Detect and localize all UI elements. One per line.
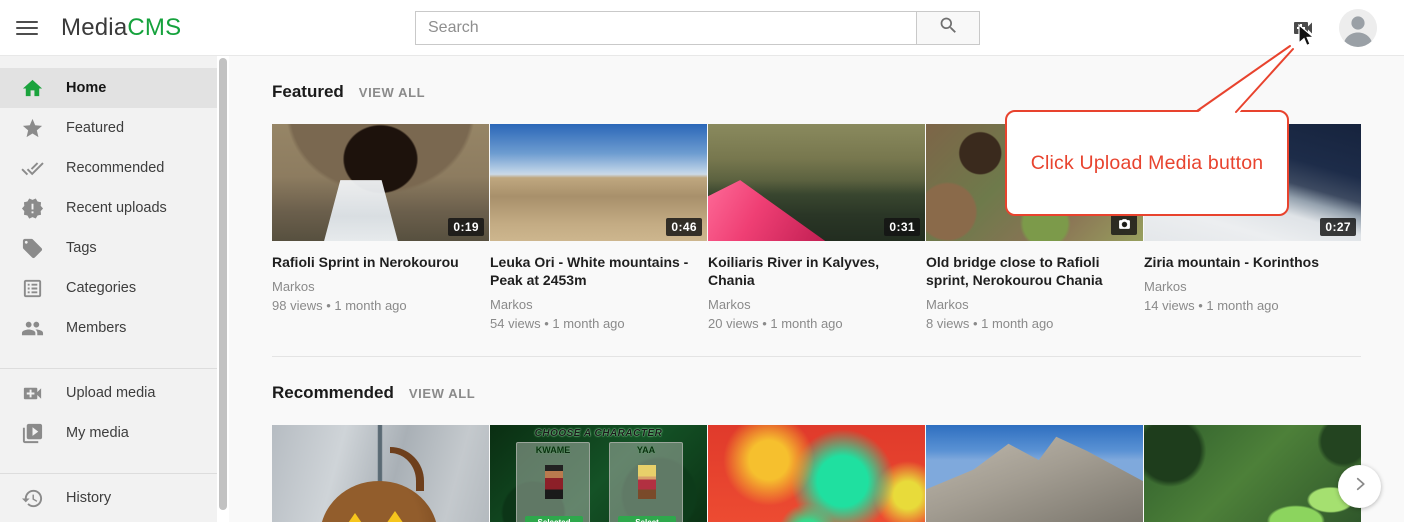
duration-badge: 0:31 (884, 218, 920, 236)
video-call-icon (20, 381, 44, 405)
logo-media-text: Media (61, 14, 127, 41)
list-box-icon (20, 276, 44, 300)
video-thumbnail-mountains[interactable]: 0:46 (490, 124, 707, 241)
double-check-icon (20, 156, 44, 180)
video-card (1144, 425, 1361, 522)
featured-section-header: Featured VIEW ALL (272, 82, 1404, 102)
duration-badge: 0:27 (1320, 218, 1356, 236)
home-icon (20, 76, 44, 100)
video-title[interactable]: Ziria mountain - Korinthos (1144, 253, 1361, 271)
video-meta: 20 views • 1 month ago (708, 316, 925, 331)
new-releases-icon (20, 196, 44, 220)
duration-badge: 0:46 (666, 218, 702, 236)
mediacms-page: MediaCMS Hom (0, 0, 1404, 522)
sidebar-item-home[interactable]: Home (0, 68, 217, 108)
pumpkin-stem (390, 447, 424, 491)
video-title[interactable]: Old bridge close to Rafioli sprint, Nero… (926, 253, 1143, 289)
video-card: 0:46 Leuka Ori - White mountains - Peak … (490, 124, 707, 331)
featured-view-all-link[interactable]: VIEW ALL (359, 85, 425, 100)
sidebar-item-tags[interactable]: Tags (0, 228, 217, 268)
recommended-view-all-link[interactable]: VIEW ALL (409, 386, 475, 401)
top-bar: MediaCMS (0, 0, 1404, 56)
carousel-next-button[interactable] (1338, 465, 1381, 508)
video-meta: 14 views • 1 month ago (1144, 298, 1361, 313)
sidebar-item-history[interactable]: History (0, 478, 217, 518)
video-meta: 98 views • 1 month ago (272, 298, 489, 313)
video-title[interactable]: Koiliaris River in Kalyves, Chania (708, 253, 925, 289)
video-card (708, 425, 925, 522)
sidebar-item-members[interactable]: Members (0, 308, 217, 348)
tag-icon (20, 236, 44, 260)
hamburger-menu-icon[interactable] (14, 16, 40, 40)
history-clock-icon (20, 486, 44, 510)
video-thumbnail-fountain[interactable]: 0:19 (272, 124, 489, 241)
video-card: CHOOSE A CHARACTER KWAME Selected YAA Se… (490, 425, 707, 522)
video-card (926, 425, 1143, 522)
sidebar-item-recent-uploads[interactable]: Recent uploads (0, 188, 217, 228)
sidebar-scrollbar[interactable] (219, 58, 227, 510)
search-button[interactable] (917, 11, 980, 45)
recommended-section-title: Recommended (272, 383, 394, 403)
recommended-section-header: Recommended VIEW ALL (272, 383, 1404, 403)
photo-camera-badge (1111, 214, 1137, 235)
video-title[interactable]: Leuka Ori - White mountains - Peak at 24… (490, 253, 707, 289)
sidebar-divider (0, 473, 217, 474)
video-card: 0:19 Rafioli Sprint in Nerokourou Markos… (272, 124, 489, 331)
sidebar-item-featured[interactable]: Featured (0, 108, 217, 148)
game-character-sprite (545, 465, 563, 499)
video-meta: 54 views • 1 month ago (490, 316, 707, 331)
search-input[interactable] (415, 11, 917, 45)
video-card (272, 425, 489, 522)
recommended-card-row: CHOOSE A CHARACTER KWAME Selected YAA Se… (272, 425, 1404, 522)
upload-media-button[interactable] (1289, 16, 1317, 40)
sidebar: Home Featured Recommended Recent uploads… (0, 56, 217, 522)
video-thumbnail-rocky-mountain[interactable] (926, 425, 1143, 522)
video-author[interactable]: Markos (1144, 279, 1361, 294)
video-card: 0:31 Koiliaris River in Kalyves, Chania … (708, 124, 925, 331)
star-icon (20, 116, 44, 140)
sidebar-container: Home Featured Recommended Recent uploads… (0, 56, 229, 522)
game-heading-text: CHOOSE A CHARACTER (490, 428, 707, 439)
video-author[interactable]: Markos (708, 297, 925, 312)
video-author[interactable]: Markos (490, 297, 707, 312)
sidebar-item-recommended[interactable]: Recommended (0, 148, 217, 188)
video-author[interactable]: Markos (926, 297, 1143, 312)
game-character-panel: YAA Select (609, 442, 683, 522)
video-thumbnail-river-kayak[interactable]: 0:31 (708, 124, 925, 241)
video-author[interactable]: Markos (272, 279, 489, 294)
game-character-sprite (638, 465, 656, 499)
game-character-panel: KWAME Selected (516, 442, 590, 522)
user-avatar[interactable] (1339, 9, 1377, 47)
video-thumbnail-paper-pumpkin[interactable] (272, 425, 489, 522)
video-thumbnail-game-character-select[interactable]: CHOOSE A CHARACTER KWAME Selected YAA Se… (490, 425, 707, 522)
upload-media-icon (1289, 27, 1317, 44)
logo-cms-text: CMS (127, 14, 181, 41)
video-library-icon (20, 421, 44, 445)
video-title[interactable]: Rafioli Sprint in Nerokourou (272, 253, 489, 271)
sidebar-divider (0, 368, 217, 369)
search-area (415, 11, 980, 45)
logo[interactable]: MediaCMS (61, 14, 181, 42)
video-thumbnail-color-blur[interactable] (708, 425, 925, 522)
tutorial-callout-text: Click Upload Media button (1031, 152, 1264, 175)
section-divider (272, 356, 1361, 357)
chevron-right-icon (1351, 475, 1369, 498)
tutorial-callout: Click Upload Media button (1005, 110, 1289, 216)
sidebar-item-upload-media[interactable]: Upload media (0, 373, 217, 413)
search-icon (938, 15, 959, 41)
sidebar-item-my-media[interactable]: My media (0, 413, 217, 453)
featured-section-title: Featured (272, 82, 344, 102)
video-thumbnail-green-leaves[interactable] (1144, 425, 1361, 522)
sidebar-item-categories[interactable]: Categories (0, 268, 217, 308)
duration-badge: 0:19 (448, 218, 484, 236)
video-meta: 8 views • 1 month ago (926, 316, 1143, 331)
people-icon (20, 316, 44, 340)
